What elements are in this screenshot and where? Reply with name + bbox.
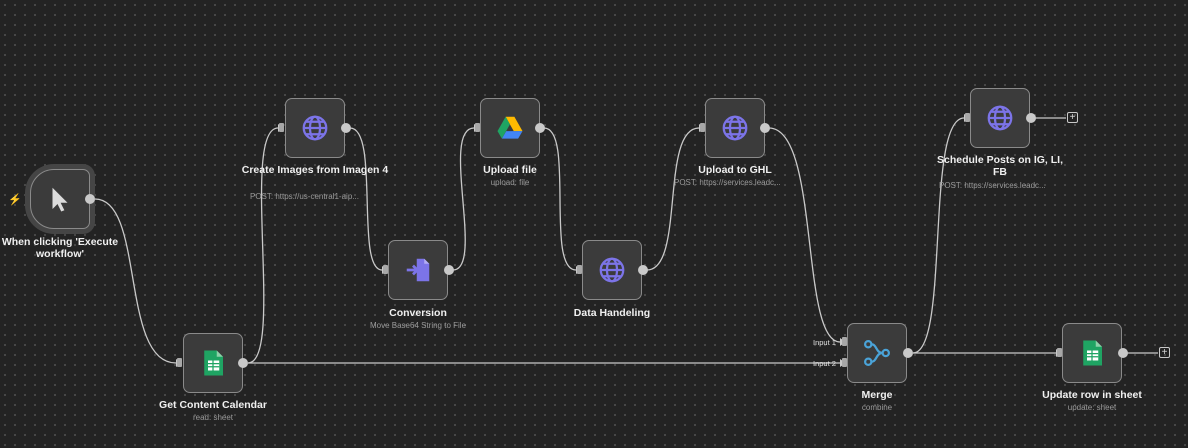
node-upload-to-ghl-label: Upload to GHL bbox=[698, 164, 772, 176]
wire-conversion-to-upload bbox=[452, 127, 475, 271]
node-conversion-sub: Move Base64 String to File bbox=[369, 321, 467, 330]
trigger-bolt-icon: ⚡ bbox=[8, 194, 22, 206]
node-schedule-posts[interactable] bbox=[970, 88, 1030, 148]
merge-icon bbox=[864, 340, 890, 366]
node-schedule-posts-sub: POST: https://services.leadc... bbox=[939, 181, 1046, 190]
node-data-handeling[interactable] bbox=[582, 240, 642, 300]
node-create-images-label: Create Images from Imagen 4 bbox=[241, 164, 389, 176]
node-trigger-label: When clicking 'Execute workflow' bbox=[1, 236, 119, 260]
node-schedule-posts-label: Schedule Posts on IG, LI, FB bbox=[936, 154, 1064, 178]
ghl-output-port[interactable] bbox=[760, 123, 770, 133]
globe-icon bbox=[302, 115, 328, 141]
node-get-content-calendar-sub: read: sheet bbox=[192, 413, 234, 422]
node-create-images[interactable] bbox=[285, 98, 345, 158]
merge-input2-label: Input 2 bbox=[813, 359, 836, 368]
google-drive-icon bbox=[497, 116, 523, 139]
images-output-port[interactable] bbox=[341, 123, 351, 133]
merge-output-port[interactable] bbox=[903, 348, 913, 358]
calendar-output-port[interactable] bbox=[238, 358, 248, 368]
google-sheets-icon bbox=[204, 350, 223, 376]
convert-file-icon bbox=[406, 258, 430, 282]
calendar-input-port[interactable] bbox=[177, 358, 182, 367]
cursor-icon bbox=[52, 187, 68, 212]
node-merge-label: Merge bbox=[861, 389, 893, 401]
node-data-handeling-label: Data Handeling bbox=[573, 307, 651, 319]
node-trigger[interactable] bbox=[30, 169, 90, 229]
globe-icon bbox=[987, 105, 1013, 131]
conversion-output-port[interactable] bbox=[444, 265, 454, 275]
node-update-row-sub: update: sheet bbox=[1067, 403, 1117, 412]
data-output-port[interactable] bbox=[638, 265, 648, 275]
merge-input1-label: Input 1 bbox=[813, 338, 836, 347]
schedule-add-node-button[interactable]: + bbox=[1067, 112, 1078, 123]
node-conversion[interactable] bbox=[388, 240, 448, 300]
update-add-node-button[interactable]: + bbox=[1159, 347, 1170, 358]
wire-trigger-to-calendar bbox=[94, 198, 177, 364]
trigger-output-port[interactable] bbox=[85, 194, 95, 204]
node-upload-to-ghl[interactable] bbox=[705, 98, 765, 158]
node-upload-to-ghl-sub: POST: https://services.leadc... bbox=[674, 178, 781, 187]
node-get-content-calendar-label: Get Content Calendar bbox=[159, 399, 267, 411]
wire-upload-to-data bbox=[543, 127, 577, 271]
node-create-images-sub: POST: https://us-central1-aip... bbox=[250, 192, 359, 201]
wire-ghl-to-merge bbox=[768, 127, 841, 343]
node-merge-sub: combine bbox=[861, 403, 893, 412]
schedule-output-port[interactable] bbox=[1026, 113, 1036, 123]
node-get-content-calendar[interactable] bbox=[183, 333, 243, 393]
node-upload-file-sub: upload: file bbox=[490, 178, 530, 187]
upload-file-output-port[interactable] bbox=[535, 123, 545, 133]
globe-icon bbox=[599, 257, 625, 283]
images-input-port[interactable] bbox=[279, 123, 284, 132]
node-merge[interactable] bbox=[847, 323, 907, 383]
google-sheets-icon bbox=[1083, 340, 1102, 366]
node-upload-file-label: Upload file bbox=[483, 164, 537, 176]
wire-data-to-ghl bbox=[646, 127, 700, 271]
node-update-row[interactable] bbox=[1062, 323, 1122, 383]
node-upload-file[interactable] bbox=[480, 98, 540, 158]
globe-icon bbox=[722, 115, 748, 141]
connections-layer bbox=[94, 114, 1158, 367]
update-output-port[interactable] bbox=[1118, 348, 1128, 358]
node-update-row-label: Update row in sheet bbox=[1042, 389, 1142, 401]
node-conversion-label: Conversion bbox=[389, 307, 447, 319]
